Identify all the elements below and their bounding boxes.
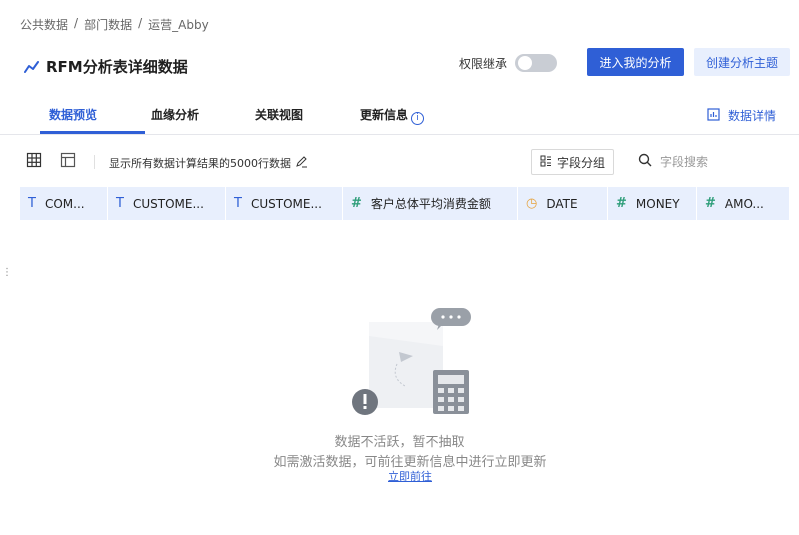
row-limit-setting: 显示所有数据计算结果的5000行数据 bbox=[109, 155, 308, 171]
column-label: DATE bbox=[546, 196, 578, 211]
title-row: RFM分析表详细数据 bbox=[24, 56, 188, 77]
drag-handle-icon[interactable]: ⋮ bbox=[2, 268, 12, 278]
row-limit-text: 显示所有数据计算结果的5000行数据 bbox=[109, 157, 291, 170]
column-label: CUSTOME... bbox=[250, 196, 322, 211]
column-header[interactable]: # AMO... bbox=[697, 187, 790, 220]
tab-update-info[interactable]: 更新信息 i bbox=[360, 106, 425, 125]
sheet-view-icon[interactable] bbox=[60, 152, 76, 172]
breadcrumb-item-current[interactable]: 运营_Abby bbox=[148, 16, 209, 33]
column-label: MONEY bbox=[635, 196, 680, 211]
number-type-icon: # bbox=[616, 196, 627, 211]
column-header[interactable]: # MONEY bbox=[608, 187, 697, 220]
enter-my-analysis-button[interactable]: 进入我的分析 bbox=[587, 48, 684, 76]
field-search-placeholder: 字段搜索 bbox=[660, 155, 709, 169]
column-label: 客户总体平均消费金额 bbox=[370, 197, 491, 211]
number-type-icon: # bbox=[351, 196, 362, 211]
column-label: CUSTOME... bbox=[132, 196, 204, 211]
empty-state-illustration bbox=[347, 306, 473, 418]
text-type-icon: T bbox=[116, 196, 124, 211]
table-header: T COM... T CUSTOME... T CUSTOME... # 客户总… bbox=[20, 187, 790, 220]
page-title: RFM分析表详细数据 bbox=[46, 58, 188, 76]
toolbar-divider bbox=[94, 155, 95, 169]
field-group-label: 字段分组 bbox=[556, 155, 605, 170]
tab-bar: 数据预览 血缘分析 关联视图 更新信息 i bbox=[20, 100, 790, 134]
permission-inherit: 权限继承 bbox=[459, 54, 558, 72]
data-detail-label: 数据详情 bbox=[728, 109, 777, 123]
search-icon bbox=[638, 153, 652, 170]
go-now-link[interactable]: 立即前往 bbox=[0, 468, 799, 484]
breadcrumb-item-department[interactable]: 部门数据 bbox=[84, 16, 132, 33]
permission-inherit-label: 权限继承 bbox=[459, 56, 508, 71]
text-type-icon: T bbox=[234, 196, 242, 211]
breadcrumb: 公共数据 / 部门数据 / 运营_Abby bbox=[20, 16, 209, 33]
column-label: AMO... bbox=[724, 196, 764, 211]
tab-update-info-label: 更新信息 bbox=[360, 108, 409, 122]
data-detail-link[interactable]: 数据详情 bbox=[707, 107, 776, 124]
preview-toolbar: 显示所有数据计算结果的5000行数据 字段分组 字段搜索 bbox=[20, 148, 790, 176]
tab-divider bbox=[0, 134, 799, 135]
column-header[interactable]: T CUSTOME... bbox=[108, 187, 226, 220]
grid-view-icon[interactable] bbox=[26, 152, 42, 172]
empty-state-title: 数据不活跃，暂不抽取 bbox=[334, 435, 465, 450]
permission-inherit-toggle[interactable] bbox=[515, 54, 558, 72]
toggle-knob bbox=[518, 56, 533, 70]
column-header[interactable]: ◷ DATE bbox=[518, 187, 608, 220]
text-type-icon: T bbox=[28, 196, 36, 211]
tab-data-preview[interactable]: 数据预览 bbox=[49, 106, 97, 123]
info-icon[interactable]: i bbox=[411, 112, 425, 125]
trend-chart-icon bbox=[24, 60, 40, 74]
column-header[interactable]: # 客户总体平均消费金额 bbox=[343, 187, 518, 220]
column-label: COM... bbox=[44, 196, 85, 211]
create-analysis-topic-button[interactable]: 创建分析主题 bbox=[694, 48, 790, 76]
edit-pencil-icon[interactable] bbox=[295, 155, 308, 171]
number-type-icon: # bbox=[705, 196, 716, 211]
field-group-button[interactable]: 字段分组 bbox=[531, 149, 614, 175]
field-group-icon bbox=[540, 155, 552, 170]
tab-related-views[interactable]: 关联视图 bbox=[255, 106, 303, 123]
date-type-icon: ◷ bbox=[526, 196, 538, 211]
breadcrumb-separator: / bbox=[74, 16, 79, 30]
tab-lineage-analysis[interactable]: 血缘分析 bbox=[151, 106, 199, 123]
column-header[interactable]: T COM... bbox=[20, 187, 108, 220]
field-search-input[interactable]: 字段搜索 bbox=[638, 153, 708, 170]
column-header[interactable]: T CUSTOME... bbox=[226, 187, 343, 220]
breadcrumb-item-public[interactable]: 公共数据 bbox=[20, 16, 68, 33]
data-detail-icon bbox=[707, 107, 720, 124]
breadcrumb-separator: / bbox=[138, 16, 143, 30]
